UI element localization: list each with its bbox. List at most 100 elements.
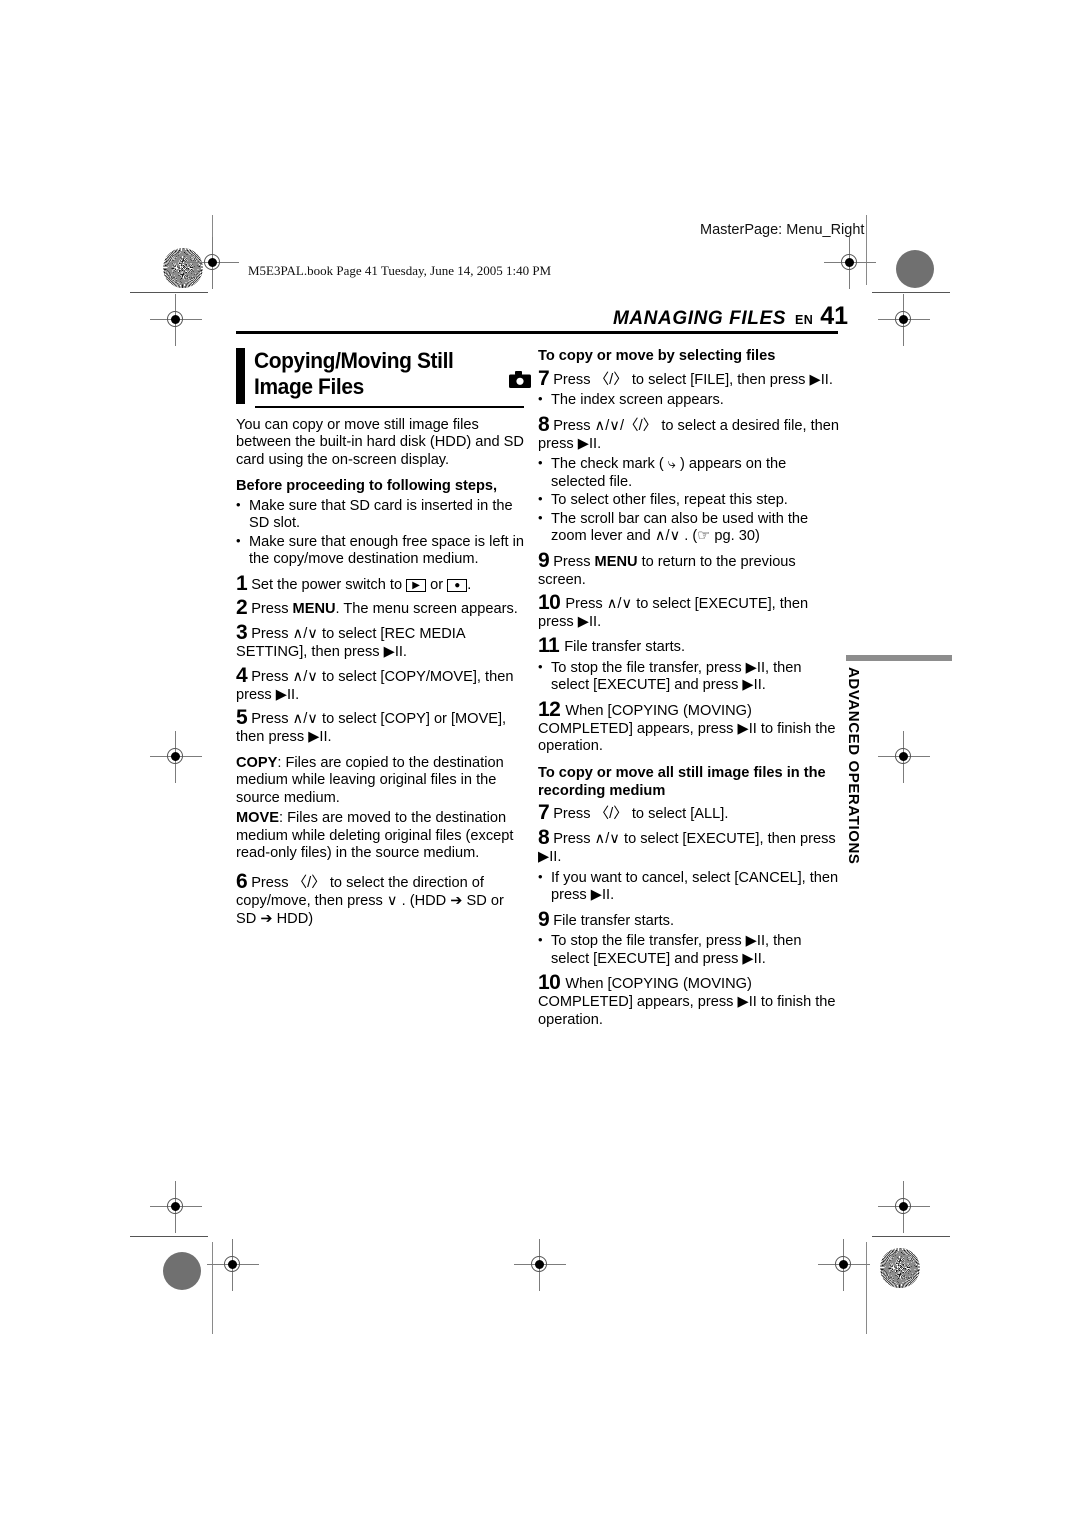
registration-mark-right-middle: [878, 731, 930, 783]
right-step-10-all-wrap: 10 When [COPYING (MOVING) COMPLETED] appe…: [538, 972, 840, 1029]
intro-paragraph: You can copy or move still image files b…: [236, 416, 524, 468]
step-9-all: 9 File transfer starts.: [538, 909, 840, 931]
list-item: Make sure that SD card is inserted in th…: [236, 497, 524, 533]
left-column: Copying/Moving Still Image Files You can…: [236, 348, 524, 931]
registration-mark-left-middle: [150, 731, 202, 783]
step-text: Press ∧/∨ to select [EXECUTE], then pres…: [538, 596, 809, 631]
copy-label: COPY: [236, 754, 278, 771]
step-text-before: Press: [553, 553, 595, 570]
bullets-after-step-8-all: If you want to cancel, select [CANCEL], …: [538, 869, 840, 905]
step-text: File transfer starts.: [553, 912, 675, 929]
step-text: Press 〈/〉 to select the direction of cop…: [236, 874, 504, 927]
step-text: Press ∧/∨ to select [EXECUTE], then pres…: [538, 831, 836, 865]
gray-density-patch-top-right: [896, 250, 934, 288]
registration-mark-left-lower: [150, 1181, 202, 1233]
step-number: 11: [538, 634, 560, 658]
step-text: Press 〈/〉 to select [FILE], then press ▶…: [553, 371, 833, 388]
play-box-icon: ▶: [406, 578, 427, 592]
step-text-before: Press: [251, 601, 293, 618]
running-head: MANAGING FILES EN 41: [612, 302, 848, 333]
step-text-after: . The menu screen appears.: [335, 601, 518, 618]
left-steps-list-continued: 6 Press 〈/〉 to select the direction of co…: [236, 871, 524, 928]
right-step-8-wrap: 8 Press ∧/∨/〈/〉 to select a desired file,…: [538, 414, 840, 454]
registration-mark-top-right-inner: [824, 237, 876, 289]
step-number: 9: [538, 907, 550, 931]
before-proceeding-bullets: Make sure that SD card is inserted in th…: [236, 497, 524, 569]
step-8: 8 Press ∧/∨/〈/〉 to select a desired file,…: [538, 414, 840, 454]
menu-keyword: MENU: [292, 601, 336, 618]
step-4: 4 Press ∧/∨ to select [COPY/MOVE], then p…: [236, 665, 524, 705]
section-title-bar: [236, 348, 245, 404]
right-steps-9-to-10: 9 Press MENU to return to the previous sc…: [538, 550, 840, 657]
right-column: To copy or move by selecting files 7 Pres…: [538, 348, 840, 1033]
page-guide-right-lower: [866, 1242, 868, 1334]
step-10: 10 Press ∧/∨ to select [EXECUTE], then pr…: [538, 592, 840, 632]
step-number: 9: [538, 548, 550, 572]
step-1: 1 Set the power switch to ▶ or ●.: [236, 573, 524, 595]
step-text-mid: or: [426, 576, 448, 593]
list-item: To stop the file transfer, press ▶II, th…: [538, 932, 840, 968]
registration-mark-bottom-center: [514, 1239, 566, 1291]
registration-mark-left-upper: [150, 294, 202, 346]
step-8-all: 8 Press ∧/∨ to select [EXECUTE], then pre…: [538, 827, 840, 867]
step-number: 7: [538, 366, 550, 390]
step-number: 10: [538, 591, 561, 615]
section-title: Copying/Moving Still Image Files: [253, 348, 454, 400]
step-number: 8: [538, 826, 550, 850]
registration-mark-bottom-right-inner: [818, 1239, 870, 1291]
step-text-post: .: [467, 576, 472, 593]
step-number: 6: [236, 869, 248, 893]
copy-definition: COPY: Files are copied to the destinatio…: [236, 755, 524, 808]
before-proceeding-heading: Before proceeding to following steps,: [236, 478, 498, 495]
step-text: Press ∧/∨ to select [REC MEDIA SETTING],…: [236, 626, 465, 660]
section-title-block: Copying/Moving Still Image Files: [236, 348, 524, 404]
step-text: Press 〈/〉 to select [ALL].: [553, 806, 729, 823]
step-5: 5 Press ∧/∨ to select [COPY] or [MOVE], t…: [236, 707, 524, 747]
list-item: If you want to cancel, select [CANCEL], …: [538, 869, 840, 905]
move-definition: MOVE: Files are moved to the destination…: [236, 810, 524, 863]
list-item: To select other files, repeat this step.: [538, 491, 840, 510]
right-steps-section-1: 7 Press 〈/〉 to select [FILE], then press …: [538, 368, 840, 390]
step-7-all: 7 Press 〈/〉 to select [ALL].: [538, 802, 840, 824]
bullets-after-step-8: The check mark ( ⤷ ) appears on the sele…: [538, 455, 840, 546]
step-11: 11 File transfer starts.: [538, 635, 840, 657]
bullets-after-step-11: To stop the file transfer, press ▶II, th…: [538, 659, 840, 695]
left-steps-list: 1 Set the power switch to ▶ or ●. 2 Press …: [236, 573, 524, 747]
side-tab-label: ADVANCED OPERATIONS: [845, 667, 862, 865]
starburst-mark-bottom-right: [880, 1248, 920, 1288]
trim-mark-top-left: [130, 292, 208, 294]
gray-density-patch-bottom-left: [163, 1252, 201, 1290]
step-text: Press ∧/∨/〈/〉 to select a desired file, …: [538, 417, 839, 452]
book-slug-line: M5E3PAL.book Page 41 Tuesday, June 14, 2…: [248, 263, 552, 278]
step-6: 6 Press 〈/〉 to select the direction of co…: [236, 871, 524, 928]
step-text: When [COPYING (MOVING) COMPLETED] appear…: [538, 702, 836, 755]
step-text: File transfer starts.: [564, 639, 686, 656]
step-2: 2 Press MENU. The menu screen appears.: [236, 597, 524, 619]
step-text: When [COPYING (MOVING) COMPLETED] appear…: [538, 976, 836, 1029]
right-steps-section-2b: 9 File transfer starts.: [538, 909, 840, 931]
step-number: 1: [236, 571, 248, 595]
side-tab-bar: [846, 655, 952, 661]
running-head-title: MANAGING FILES: [612, 308, 787, 333]
running-head-language: EN: [795, 313, 814, 327]
step-12: 12 When [COPYING (MOVING) COMPLETED] appe…: [538, 699, 840, 756]
header-rule: [236, 331, 838, 334]
right-heading-2: To copy or move all still image files in…: [538, 765, 826, 799]
page-guide-left-lower: [212, 1242, 214, 1334]
page-number: 41: [820, 302, 848, 330]
trim-mark-bottom-left: [130, 1236, 208, 1238]
step-number: 12: [538, 697, 561, 721]
trim-mark-top-right: [872, 292, 950, 294]
step-number: 2: [236, 596, 248, 620]
right-step-12-wrap: 12 When [COPYING (MOVING) COMPLETED] appe…: [538, 699, 840, 756]
step-text: Press ∧/∨ to select [COPY/MOVE], then pr…: [236, 668, 514, 703]
step-7: 7 Press 〈/〉 to select [FILE], then press …: [538, 368, 840, 390]
right-steps-section-2a: 7 Press 〈/〉 to select [ALL]. 8 Press ∧/∨ t…: [538, 802, 840, 866]
bullets-after-step-7: The index screen appears.: [538, 391, 840, 410]
step-number: 5: [236, 706, 248, 730]
step-10-all: 10 When [COPYING (MOVING) COMPLETED] appe…: [538, 972, 840, 1029]
step-number: 8: [538, 412, 550, 436]
registration-mark-right-upper: [878, 294, 930, 346]
step-text-pre: Set the power switch to: [251, 576, 407, 593]
record-box-icon: ●: [447, 578, 468, 592]
